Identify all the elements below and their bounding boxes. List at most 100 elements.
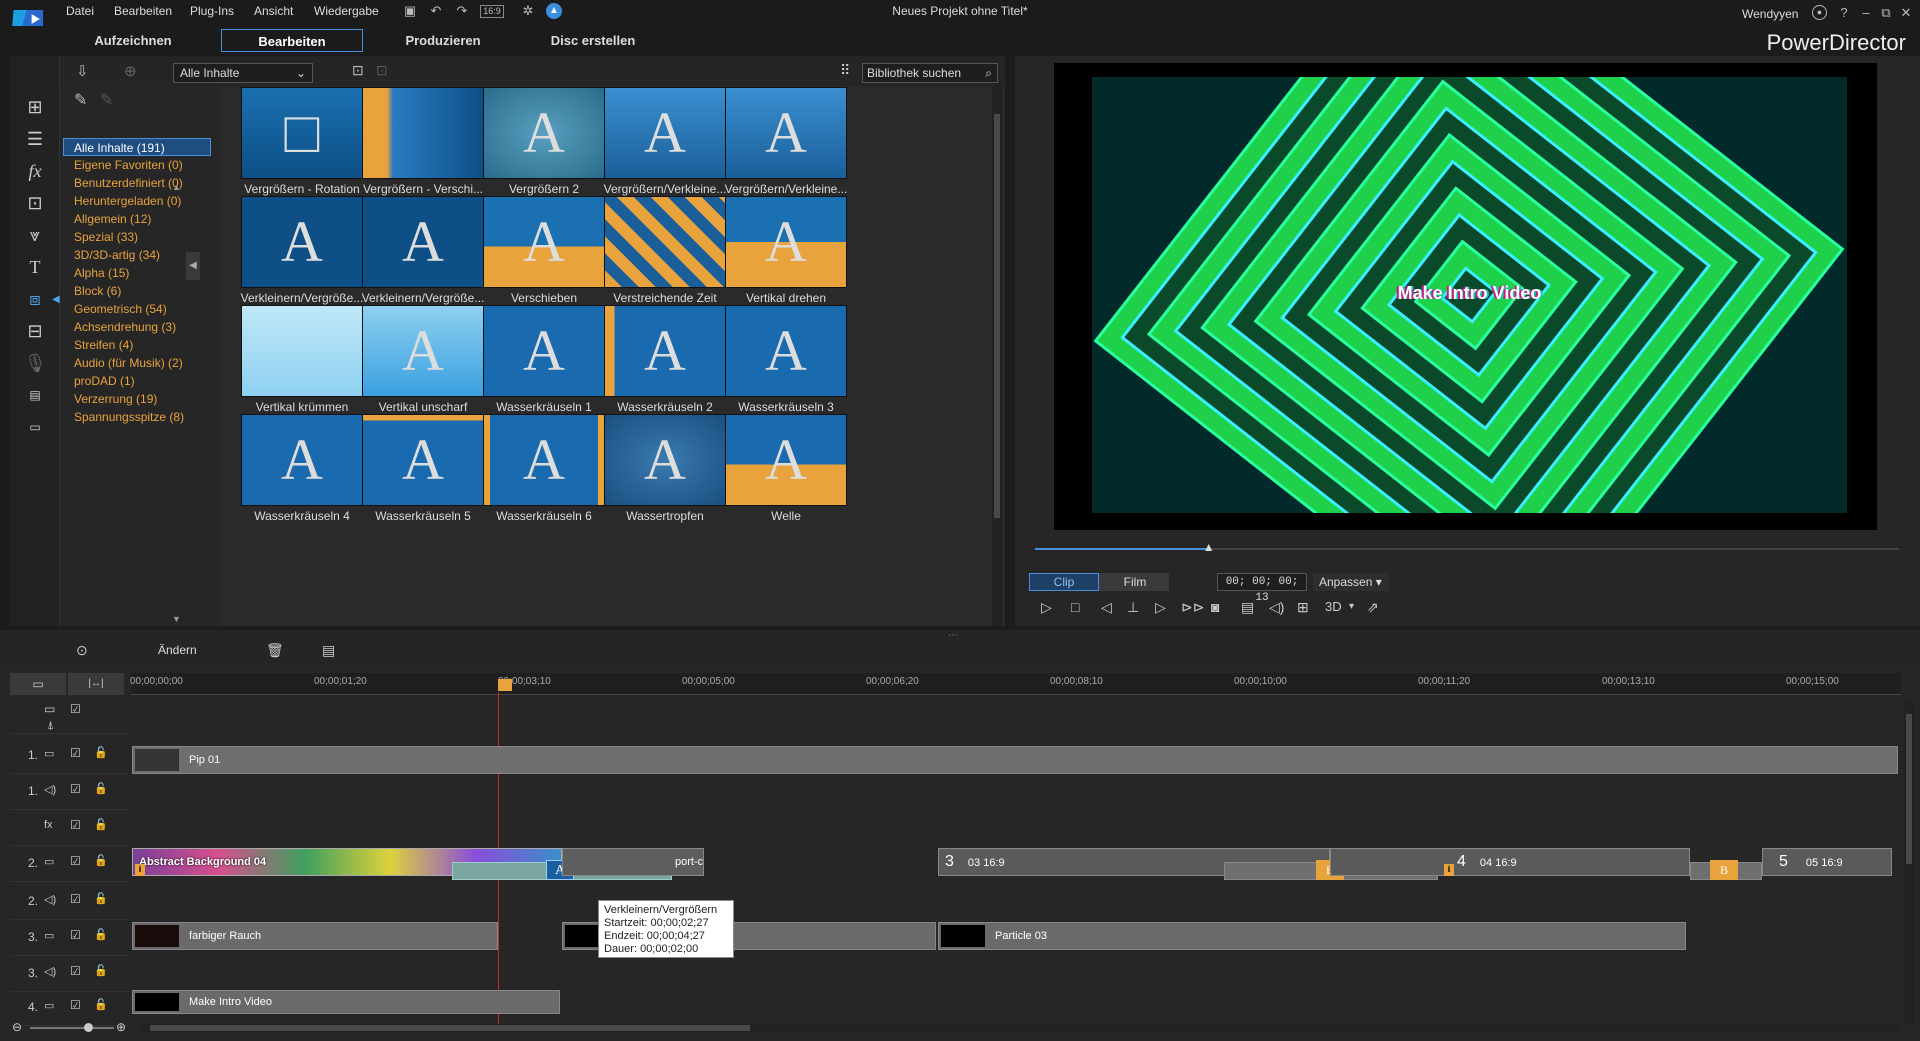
tab-bearbeiten[interactable]: Bearbeiten (221, 29, 363, 52)
transition-item[interactable]: Vertikal krümmen (232, 298, 372, 423)
grid-view-icon[interactable]: ⠿ (840, 62, 850, 79)
transition-item[interactable]: A Verschieben (474, 189, 614, 314)
remove-tag-icon[interactable]: ✎ (100, 90, 113, 110)
caret-down-icon[interactable]: ▾ (1349, 601, 1354, 612)
tools-dropdown-icon[interactable]: ⊙ (76, 642, 88, 659)
clip-port[interactable]: port-c (562, 848, 704, 876)
transition-item[interactable]: A Wasserkräuseln 2 (595, 298, 735, 423)
import-media-icon[interactable]: ⇩ (76, 62, 89, 80)
download-icon[interactable]: ⊕ (124, 62, 137, 80)
settings-gear-icon[interactable]: ✲ (520, 3, 536, 19)
clip-make-intro-video[interactable]: Make Intro Video (132, 990, 560, 1014)
scroll-down-icon[interactable]: ▼ (172, 614, 181, 624)
chapter-room-icon[interactable]: ▤ (24, 384, 46, 406)
transition-item[interactable]: Vergrößern - Verschi... (353, 80, 493, 205)
audio-track-icon[interactable]: ◁) (44, 783, 56, 796)
timeline-vertical-scrollbar[interactable] (1904, 700, 1914, 1024)
video-track-icon[interactable]: ▭ (44, 999, 54, 1012)
track-lock-icon[interactable]: 🔓 (94, 782, 108, 795)
track-lock-icon[interactable]: 🔓 (94, 964, 108, 977)
transition-item[interactable]: A Welle (716, 407, 856, 532)
pip-room-icon[interactable]: ⊡ (24, 192, 46, 214)
category-item[interactable]: Alpha (15) (74, 264, 129, 282)
chapter-marker-icon[interactable]: ▭ (44, 702, 55, 716)
playhead-marker-icon[interactable] (498, 679, 512, 691)
account-icon[interactable]: ● (1812, 5, 1827, 20)
category-item[interactable]: Heruntergeladen (0) (74, 192, 181, 210)
category-item[interactable]: Verzerrung (19) (74, 390, 157, 408)
zoom-slider[interactable] (30, 1023, 114, 1032)
undock-icon[interactable]: ⊞ (1297, 599, 1309, 616)
track-enable-checkbox[interactable]: ☑ (70, 702, 81, 716)
remove-icon[interactable]: ⊡ (376, 62, 388, 79)
fx-track-icon[interactable]: fx (44, 819, 53, 831)
category-item[interactable]: Spezial (33) (74, 228, 138, 246)
clip-room-icon[interactable]: ☰ (24, 128, 46, 150)
transition-item[interactable]: A Vertikal unscharf (353, 298, 493, 423)
redo-icon[interactable]: ↷ (454, 3, 470, 19)
category-item[interactable]: Geometrisch (54) (74, 300, 167, 318)
fit-timeline-icon[interactable]: |↔| (68, 673, 124, 695)
keyframe-icon[interactable]: ▤ (322, 642, 335, 659)
title-room-icon[interactable]: T (24, 256, 46, 278)
mode-clip-button[interactable]: Clip (1029, 573, 1099, 591)
library-scrollbar-thumb[interactable] (994, 114, 1000, 518)
category-item[interactable]: proDAD (1) (74, 372, 135, 390)
track-enable-checkbox[interactable]: ☑ (70, 746, 81, 760)
close-icon[interactable]: ✕ (1898, 5, 1914, 21)
info-icon[interactable]: i (1444, 864, 1454, 876)
fast-forward-icon[interactable]: ⊳⊳ (1181, 599, 1204, 616)
info-icon[interactable]: i (135, 864, 145, 876)
category-item[interactable]: 3D/3D-artig (34) (74, 246, 160, 264)
menu-plugins[interactable]: Plug-Ins (190, 4, 234, 18)
subtitle-icon[interactable]: ▤ (1241, 599, 1254, 616)
tab-disc-erstellen[interactable]: Disc erstellen (528, 29, 658, 52)
menu-datei[interactable]: Datei (66, 4, 94, 18)
transition-b-icon[interactable]: B (1710, 860, 1738, 880)
category-item[interactable]: Streifen (4) (74, 336, 133, 354)
category-item[interactable]: Benutzerdefiniert (0) (74, 174, 183, 192)
delete-trash-icon[interactable]: 🗑 (266, 642, 284, 659)
video-track-icon[interactable]: ▭ (44, 855, 54, 868)
audio-track-icon[interactable]: ◁) (44, 965, 56, 978)
help-icon[interactable]: ? (1836, 5, 1852, 21)
library-search-input[interactable]: Bibliothek suchen ⌕ (862, 63, 998, 83)
track-enable-checkbox[interactable]: ☑ (70, 928, 81, 942)
aspect-ratio-button[interactable]: 16:9 (480, 5, 504, 18)
3d-mode-button[interactable]: 3D (1325, 599, 1342, 614)
save-icon[interactable]: ▣ (402, 3, 418, 19)
transition-item[interactable]: Verstreichende Zeit (595, 189, 735, 314)
clip-05[interactable]: 5 05 16:9 (1762, 848, 1892, 876)
play-icon[interactable]: ▷ (1041, 599, 1052, 616)
track-enable-checkbox[interactable]: ☑ (70, 892, 81, 906)
panel-resize-handle[interactable]: ⋯ (948, 630, 958, 641)
timeline-horizontal-scrollbar[interactable] (140, 1024, 1900, 1032)
add-to-favorites-icon[interactable]: ⊡ (352, 62, 364, 79)
category-item[interactable]: Achsendrehung (3) (74, 318, 176, 336)
snapshot-icon[interactable]: ◙ (1211, 599, 1219, 615)
clip-pip-01[interactable]: Pip 01 (132, 746, 1898, 774)
tab-aufzeichnen[interactable]: Aufzeichnen (68, 29, 198, 52)
transition-item[interactable]: A Vertikal drehen (716, 189, 856, 314)
video-track-icon[interactable]: ▭ (44, 929, 54, 942)
audio-mix-room-icon[interactable]: ⊟ (24, 320, 46, 342)
next-frame-icon[interactable]: ▷ (1155, 599, 1166, 616)
track-enable-checkbox[interactable]: ☑ (70, 782, 81, 796)
track-enable-checkbox[interactable]: ☑ (70, 998, 81, 1012)
menu-wiedergabe[interactable]: Wiedergabe (314, 4, 379, 18)
preview-scrubber-handle[interactable]: ▲ (1203, 540, 1215, 554)
restore-icon[interactable]: ⧉ (1878, 5, 1894, 21)
track-lock-icon[interactable]: 🔓 (94, 854, 108, 867)
menu-bearbeiten[interactable]: Bearbeiten (114, 4, 172, 18)
category-item[interactable]: Eigene Favoriten (0) (74, 156, 183, 174)
clip-farbiger-rauch[interactable]: farbiger Rauch (132, 922, 498, 950)
track-lock-icon[interactable]: 🔓 (94, 998, 108, 1011)
subtitle-room-icon[interactable]: ▭ (24, 416, 46, 438)
minimize-icon[interactable]: – (1858, 5, 1874, 21)
track-enable-checkbox[interactable]: ☑ (70, 818, 81, 832)
fit-dropdown[interactable]: Anpassen ▾ (1313, 573, 1389, 591)
category-item[interactable]: Spannungsspitze (8) (74, 408, 184, 426)
track-lock-icon[interactable]: 🔓 (94, 928, 108, 941)
transition-item[interactable]: A Verkleinern/Vergröße... (353, 189, 493, 314)
search-icon[interactable]: ⌕ (985, 64, 992, 82)
